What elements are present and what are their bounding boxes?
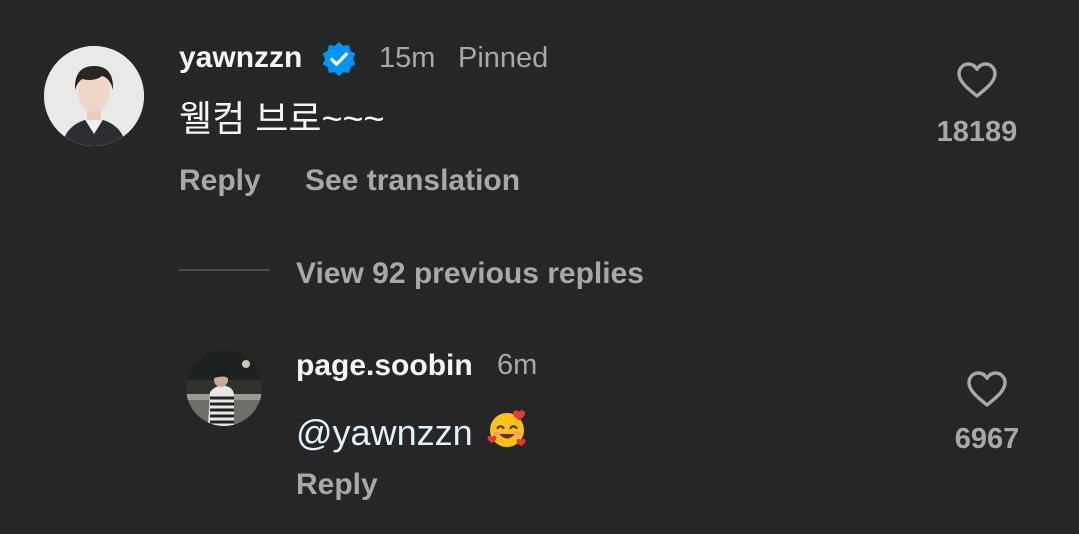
replies-divider: [179, 269, 270, 271]
like-count: 6967: [954, 423, 1020, 455]
heart-outline-icon[interactable]: [965, 369, 1009, 409]
see-translation-button[interactable]: See translation: [305, 166, 520, 196]
comment-text: @yawnzzn: [296, 407, 529, 451]
pinned-label: Pinned: [458, 42, 549, 74]
heart-outline-icon[interactable]: [955, 60, 999, 100]
avatar-image: [44, 46, 144, 146]
comment-text: 웰컴 브로~~~: [179, 98, 385, 139]
avatar-yawnzzn[interactable]: [44, 46, 144, 146]
reply-button[interactable]: Reply: [296, 470, 378, 500]
username-link[interactable]: yawnzzn: [179, 43, 302, 73]
comment-timestamp: 15m: [379, 42, 436, 74]
like-count: 18189: [936, 116, 1018, 148]
comment-timestamp: 6m: [497, 349, 538, 381]
view-previous-replies-button[interactable]: View 92 previous replies: [296, 259, 644, 289]
reply-button[interactable]: Reply: [179, 166, 261, 196]
smiling-face-with-hearts-icon: [485, 407, 529, 451]
avatar-image: [186, 350, 262, 426]
mention-link[interactable]: @yawnzzn: [296, 412, 473, 453]
username-link[interactable]: page.soobin: [296, 351, 473, 381]
verified-badge-icon: [320, 40, 358, 78]
avatar-page-soobin[interactable]: [186, 350, 262, 426]
